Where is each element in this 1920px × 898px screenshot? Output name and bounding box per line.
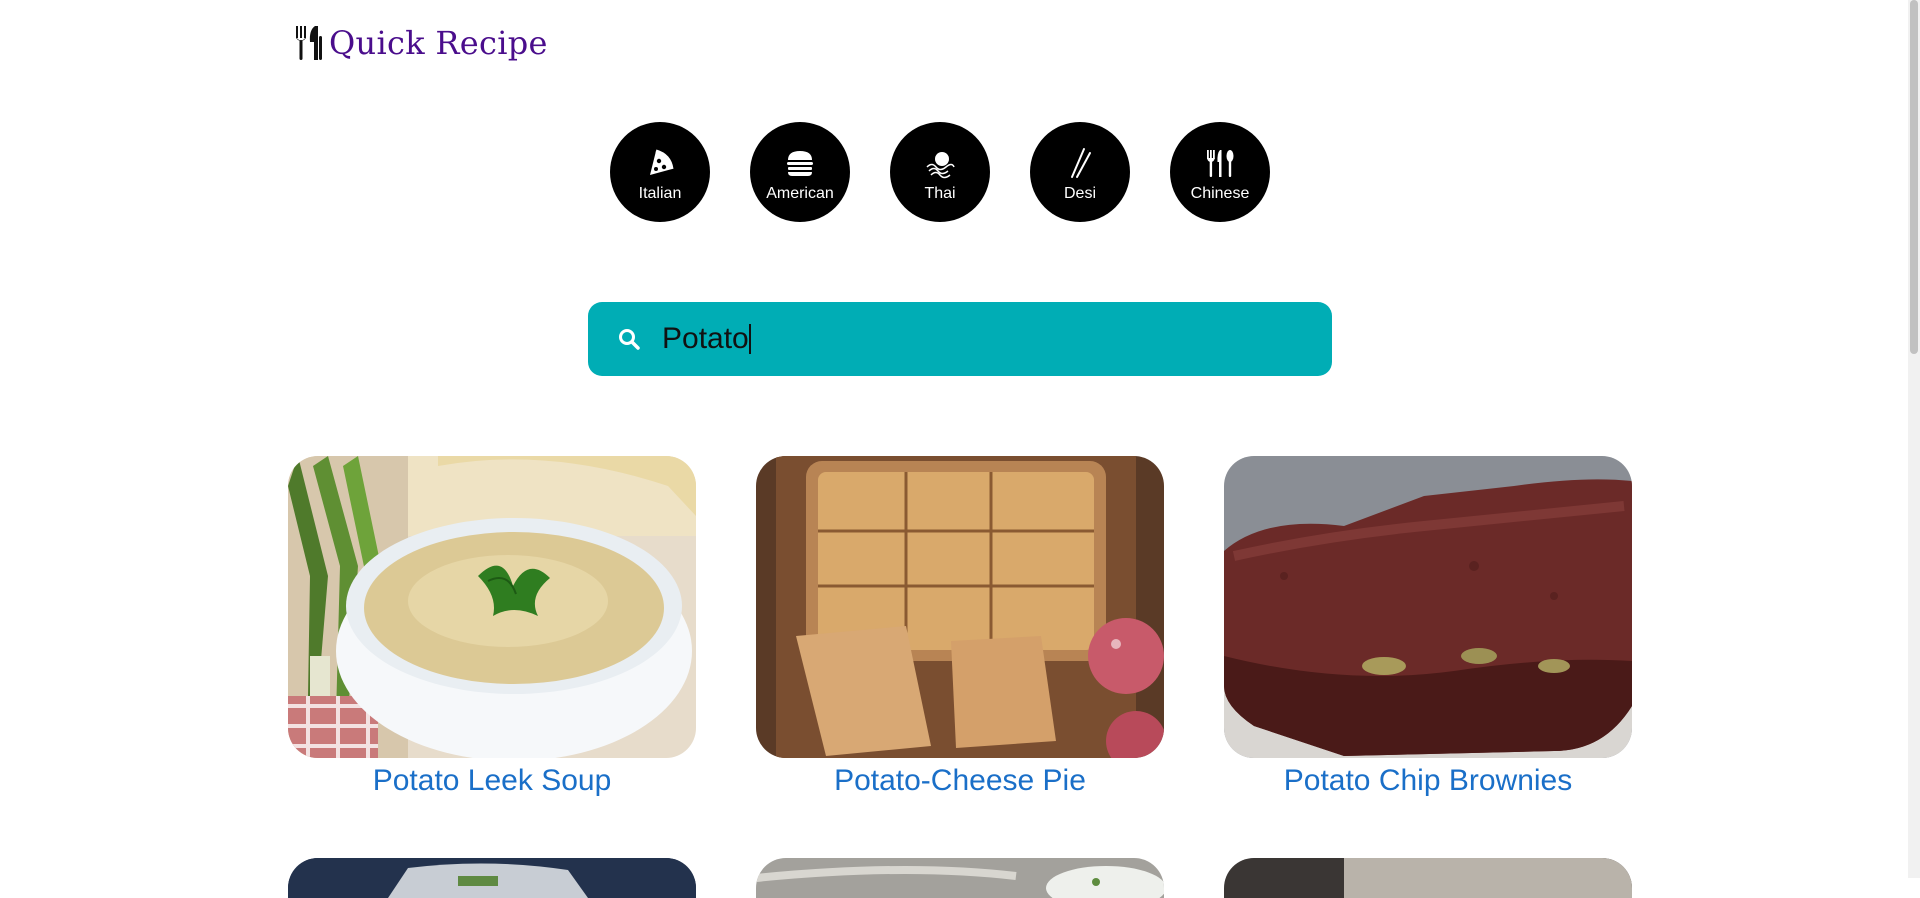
recipe-title[interactable]: Potato Leek Soup bbox=[288, 764, 696, 798]
recipe-card-partial[interactable] bbox=[1224, 858, 1632, 898]
cuisine-button-chinese[interactable]: Chinese bbox=[1170, 122, 1270, 222]
recipe-image-pie[interactable] bbox=[756, 456, 1164, 758]
thai-noodle-icon bbox=[926, 152, 955, 179]
app-logo[interactable]: Quick Recipe bbox=[293, 24, 548, 62]
cuisine-label: American bbox=[766, 185, 834, 202]
cuisine-button-american[interactable]: American bbox=[750, 122, 850, 222]
recipe-image-partial bbox=[288, 858, 696, 898]
text-caret bbox=[748, 324, 751, 354]
search-input[interactable]: Potato bbox=[662, 309, 1332, 369]
app-title: Quick Recipe bbox=[329, 24, 548, 62]
fork-spoon-icon bbox=[296, 26, 322, 60]
cuisine-button-italian[interactable]: Italian bbox=[610, 122, 710, 222]
recipe-card[interactable]: Potato Leek Soup bbox=[288, 456, 696, 798]
recipe-card-partial[interactable] bbox=[756, 858, 1164, 898]
utensils-icon bbox=[1207, 150, 1234, 177]
recipe-image-soup[interactable] bbox=[288, 456, 696, 758]
cuisine-label: Chinese bbox=[1190, 185, 1250, 202]
recipe-card[interactable]: Potato-Cheese Pie bbox=[756, 456, 1164, 798]
cuisine-label: Desi bbox=[1063, 185, 1096, 202]
pizza-icon bbox=[650, 149, 674, 175]
search-input-value: Potato bbox=[662, 322, 749, 355]
chopsticks-icon bbox=[1071, 148, 1091, 178]
recipe-card[interactable]: Potato Chip Brownies bbox=[1224, 456, 1632, 798]
search-icon[interactable] bbox=[618, 328, 640, 350]
scrollbar-thumb[interactable] bbox=[1910, 0, 1918, 354]
recipe-title[interactable]: Potato Chip Brownies bbox=[1224, 764, 1632, 798]
cuisine-button-desi[interactable]: Desi bbox=[1030, 122, 1130, 222]
burger-icon bbox=[787, 151, 813, 176]
recipe-card-partial[interactable] bbox=[288, 858, 696, 898]
recipe-image-partial bbox=[756, 858, 1164, 898]
cuisine-nav: Italian American Thai Desi Chinese bbox=[610, 122, 1270, 222]
page-scrollbar[interactable] bbox=[1908, 0, 1920, 878]
cuisine-button-thai[interactable]: Thai bbox=[890, 122, 990, 222]
page: Quick Recipe Italian American Thai Desi … bbox=[0, 0, 1920, 898]
recipe-image-brownie[interactable] bbox=[1224, 456, 1632, 758]
cuisine-label: Italian bbox=[638, 185, 682, 202]
recipe-title[interactable]: Potato-Cheese Pie bbox=[756, 764, 1164, 798]
cuisine-label: Thai bbox=[924, 185, 956, 202]
recipe-image-partial bbox=[1224, 858, 1632, 898]
search-bar[interactable]: Potato bbox=[588, 302, 1332, 376]
